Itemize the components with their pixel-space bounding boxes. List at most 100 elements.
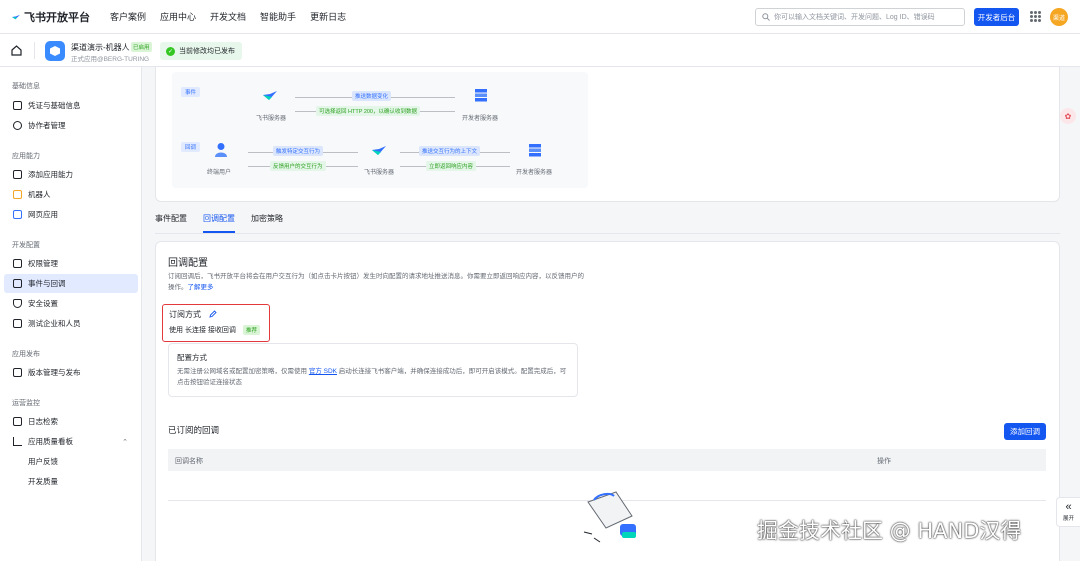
col-actions: 操作	[877, 458, 891, 465]
respond-label: 立即返回响应内容	[426, 161, 477, 171]
double-chevron-left-icon: «	[1065, 501, 1072, 513]
sidebar-item-security[interactable]: 安全设置	[4, 294, 138, 313]
sidebar-item-credentials[interactable]: 凭证与基础信息	[4, 96, 138, 115]
id-card-icon	[13, 101, 22, 110]
feishu-server-icon	[372, 146, 386, 155]
check-icon: ✓	[166, 46, 175, 56]
config-method-desc: 无需注册公网域名或配置加密策略，仅需使用 官方 SDK 启动长连接飞书客户端，并…	[177, 368, 567, 386]
app-header: 渠道演示-机器人 已启用 正式应用@BERG-TURING ✓ 当前修改均已发布	[0, 34, 1080, 67]
sidebar-item-logs[interactable]: 日志检索	[4, 412, 138, 431]
event-feishu-server-label: 飞书服务器	[256, 116, 287, 122]
sidebar-item-collaborators[interactable]: 协作者管理	[4, 116, 138, 135]
log-search-icon	[13, 417, 22, 426]
event-push-label: 推送数据变化	[352, 91, 392, 101]
tab-event-config[interactable]: 事件配置	[155, 213, 187, 233]
sidebar-item-bot[interactable]: 机器人	[4, 185, 138, 204]
feishu-logo-icon	[12, 14, 20, 19]
search-placeholder: 你可以输入文档关键词、开发问题、Log ID、错误码	[774, 14, 935, 21]
context-label: 推送交互行为的上下文	[419, 146, 481, 156]
callback-dev-server-label: 开发者服务器	[516, 170, 553, 176]
add-callback-button[interactable]: 添加回调	[1004, 423, 1046, 440]
publish-status-text: 当前修改均已发布	[179, 48, 235, 55]
sidebar-item-versions[interactable]: 版本管理与发布	[4, 363, 138, 382]
nav-docs[interactable]: 开发文档	[210, 10, 246, 23]
edit-icon[interactable]	[209, 310, 217, 318]
event-dev-server-label: 开发者服务器	[462, 116, 499, 122]
end-user-label: 终端用户	[207, 170, 232, 176]
learn-more-link[interactable]: 了解更多	[188, 284, 214, 291]
callback-description: 订阅回调后，飞书开放平台将会在用户交互行为（如点击卡片按钮）发生时向配置的请求地…	[168, 273, 584, 291]
sidebar-item-test-tenant[interactable]: 测试企业和人员	[4, 314, 138, 333]
nav-assistant[interactable]: 智能助手	[260, 10, 296, 23]
version-icon	[13, 368, 22, 377]
sidebar-item-feedback[interactable]: 用户反馈	[4, 452, 138, 471]
tab-callback-config[interactable]: 回调配置	[203, 213, 235, 233]
dev-server-icon	[529, 144, 541, 157]
nav-app-center[interactable]: 应用中心	[160, 10, 196, 23]
shield-icon	[13, 299, 22, 308]
app-subtitle: 正式应用@BERG-TURING	[71, 56, 150, 63]
sidebar-item-quality[interactable]: 应用质量看板 ⌃	[4, 432, 138, 451]
assistant-float-icon[interactable]: ✿	[1060, 108, 1076, 124]
grid-plus-icon	[13, 170, 22, 179]
brand-name: 飞书开放平台	[24, 11, 90, 24]
config-tabs: 事件配置 回调配置 加密策略	[155, 213, 299, 233]
dev-console-button[interactable]: 开发者后台	[974, 8, 1019, 26]
callback-feishu-server-label: 飞书服务器	[364, 170, 395, 176]
nav-changelog[interactable]: 更新日志	[310, 10, 346, 23]
callbacks-table-header: 回调名称 操作	[168, 449, 1046, 471]
empty-state-icon	[583, 491, 636, 543]
subscribe-mode-value: 使用 长连接 接收回调	[169, 327, 236, 334]
user-icon	[13, 121, 22, 130]
brand-logo[interactable]: 飞书开放平台	[12, 9, 90, 25]
nav-cases[interactable]: 客户案例	[110, 10, 146, 23]
callback-role-tag: 回调	[181, 142, 201, 152]
subscribe-mode-title: 订阅方式	[169, 310, 201, 319]
app-name: 渠道演示-机器人	[71, 43, 130, 52]
avatar[interactable]: 渠道	[1050, 8, 1068, 26]
page-title: 回调配置	[168, 258, 208, 269]
cube-icon	[50, 46, 60, 56]
feishu-server-icon	[263, 91, 277, 100]
home-icon[interactable]	[10, 44, 23, 57]
sidebar: 基础信息 凭证与基础信息 协作者管理 应用能力 添加应用能力 机器人 网页应用 …	[0, 67, 142, 561]
chevron-up-icon[interactable]: ⌃	[122, 438, 128, 446]
app-status-badge: 已启用	[131, 42, 152, 52]
end-user-icon	[215, 143, 227, 157]
search-icon	[762, 13, 770, 21]
divider	[34, 42, 35, 59]
tabs-divider	[155, 233, 1060, 234]
chart-icon	[13, 437, 22, 446]
trigger-label: 触发特定交互行为	[273, 146, 324, 156]
publish-status: ✓ 当前修改均已发布	[160, 42, 242, 60]
bot-icon	[13, 190, 22, 199]
feedback-label: 反馈用户的交互行为	[270, 161, 326, 171]
sidebar-section-capability: 应用能力	[12, 153, 40, 160]
search-input[interactable]: 你可以输入文档关键词、开发问题、Log ID、错误码	[755, 8, 965, 26]
config-method-title: 配置方式	[177, 353, 207, 362]
sidebar-section-dev: 开发配置	[12, 242, 40, 249]
sidebar-section-basic: 基础信息	[12, 83, 40, 90]
sidebar-item-webapp[interactable]: 网页应用	[4, 205, 138, 224]
event-return-label: 可选择返回 HTTP 200，以确认收到数据	[316, 106, 420, 116]
lock-icon	[13, 259, 22, 268]
apps-grid-icon[interactable]	[1030, 11, 1041, 22]
sidebar-item-events[interactable]: 事件与回调	[4, 274, 138, 293]
dev-server-icon	[475, 89, 487, 102]
expand-panel-button[interactable]: « 展开	[1056, 497, 1080, 527]
sidebar-section-release: 应用发布	[12, 351, 40, 358]
event-role-tag: 事件	[181, 87, 201, 97]
test-icon	[13, 319, 22, 328]
sidebar-item-dev-quality[interactable]: 开发质量	[4, 472, 138, 491]
sidebar-item-add-capability[interactable]: 添加应用能力	[4, 165, 138, 184]
webapp-icon	[13, 210, 22, 219]
event-icon	[13, 279, 22, 288]
sidebar-section-ops: 运营监控	[12, 400, 40, 407]
subscribed-callbacks-title: 已订阅的回调	[168, 425, 220, 435]
sidebar-item-permissions[interactable]: 权限管理	[4, 254, 138, 273]
watermark: 掘金技术社区 @ HAND汉得	[757, 519, 1022, 543]
col-callback-name: 回调名称	[175, 458, 203, 465]
official-sdk-link[interactable]: 官方 SDK	[309, 368, 337, 375]
tab-encryption[interactable]: 加密策略	[251, 213, 283, 233]
expand-label: 展开	[1062, 516, 1074, 522]
